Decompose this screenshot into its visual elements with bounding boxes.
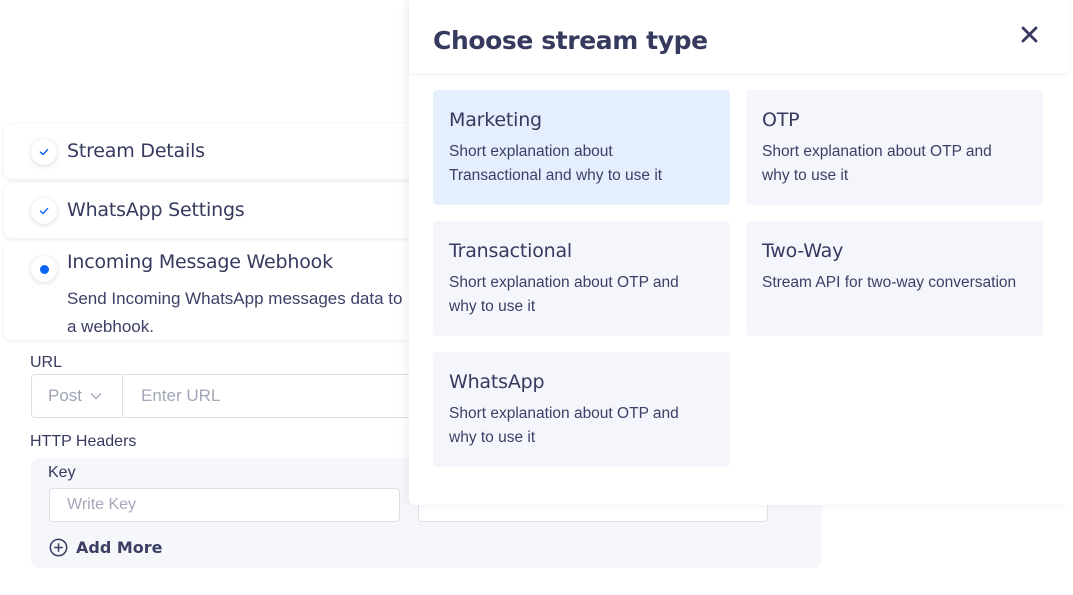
step-description: Send Incoming WhatsApp messages data to … <box>67 289 403 336</box>
url-input[interactable] <box>123 375 431 417</box>
check-icon <box>31 198 57 224</box>
http-method-value: Post <box>48 386 83 405</box>
check-icon <box>31 139 57 165</box>
card-title: OTP <box>762 109 800 131</box>
step-title: Incoming Message Webhook <box>67 251 333 273</box>
card-description: Stream API for two-way conversation <box>762 274 1017 291</box>
choose-stream-type-modal: Choose stream type Marketing Short expla… <box>409 0 1073 505</box>
stream-type-card-two-way[interactable]: Two-Way Stream API for two-way conversat… <box>746 221 1043 336</box>
active-dot-icon <box>31 256 57 282</box>
add-more-label: Add More <box>76 538 163 557</box>
step-whatsapp-settings[interactable]: WhatsApp Settings <box>4 183 424 238</box>
url-label: URL <box>30 354 63 371</box>
card-title: Two-Way <box>762 240 844 262</box>
close-button[interactable] <box>1015 20 1043 48</box>
card-title: Transactional <box>449 240 573 262</box>
chevron-down-icon <box>90 393 102 400</box>
stream-type-card-marketing[interactable]: Marketing Short explanation about Transa… <box>433 90 730 205</box>
url-field-group: Post <box>31 374 431 418</box>
card-description: Short explanation about OTP and why to u… <box>762 143 992 184</box>
step-title: Stream Details <box>67 140 205 162</box>
card-description: Short explanation about OTP and why to u… <box>449 405 679 446</box>
step-stream-details[interactable]: Stream Details <box>4 124 424 179</box>
close-icon <box>1021 26 1037 42</box>
modal-title: Choose stream type <box>433 26 708 55</box>
stream-type-card-otp[interactable]: OTP Short explanation about OTP and why … <box>746 90 1043 205</box>
card-title: Marketing <box>449 109 542 131</box>
modal-header: Choose stream type <box>409 0 1069 73</box>
plus-circle-icon <box>49 538 68 557</box>
key-label: Key <box>48 464 76 481</box>
stream-type-card-whatsapp[interactable]: WhatsApp Short explanation about OTP and… <box>433 352 730 467</box>
key-input[interactable] <box>49 488 400 522</box>
card-description: Short explanation about Transactional an… <box>449 143 663 184</box>
add-more-button[interactable]: Add More <box>49 538 163 557</box>
card-title: WhatsApp <box>449 371 545 393</box>
stream-type-card-transactional[interactable]: Transactional Short explanation about OT… <box>433 221 730 336</box>
step-title: WhatsApp Settings <box>67 199 245 221</box>
step-incoming-message-webhook[interactable]: Incoming Message Webhook Send Incoming W… <box>4 242 424 340</box>
card-description: Short explanation about OTP and why to u… <box>449 274 679 315</box>
http-headers-label: HTTP Headers <box>30 433 137 450</box>
http-method-select[interactable]: Post <box>32 375 123 417</box>
